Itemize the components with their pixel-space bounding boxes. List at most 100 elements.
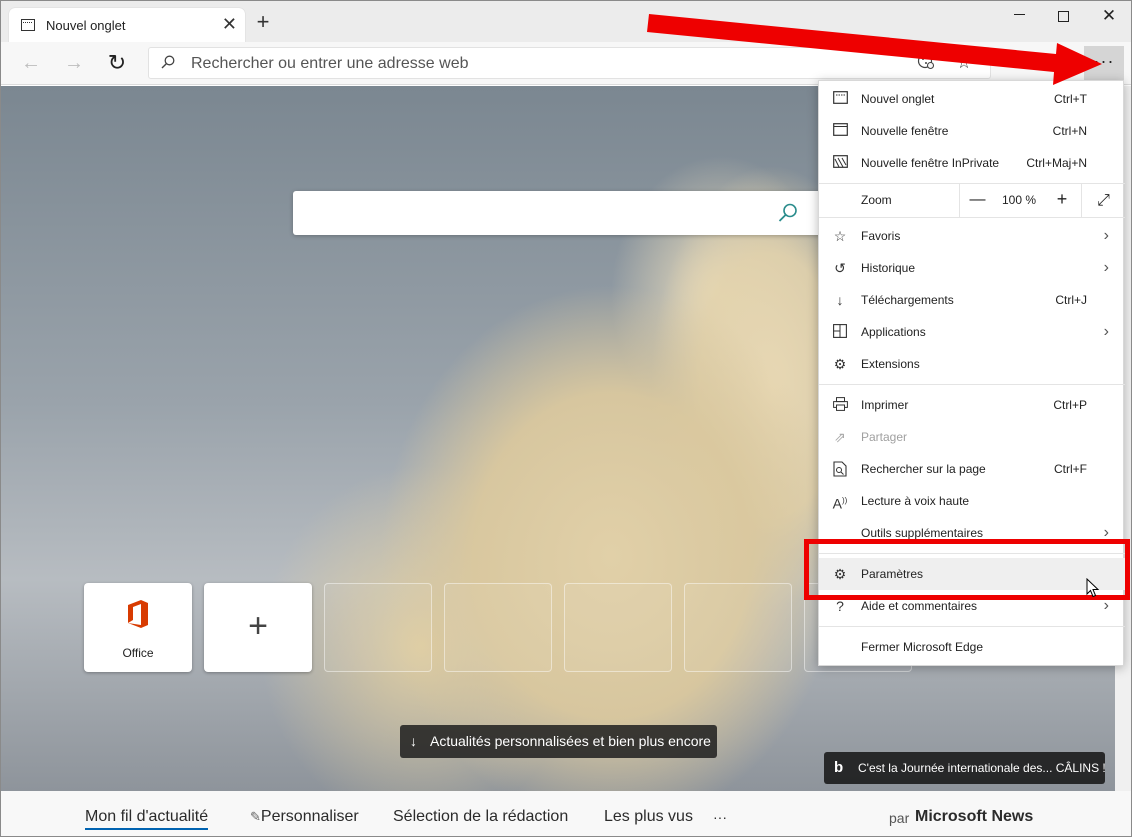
new-tab-icon — [832, 91, 848, 107]
tab-close-icon[interactable]: ✕ — [222, 14, 237, 34]
add-quick-link-button[interactable]: + — [204, 583, 312, 672]
menu-divider — [819, 217, 1125, 218]
puzzle-icon: ⚙ — [833, 356, 847, 372]
favorites-list-icon[interactable] — [1001, 52, 1023, 74]
menu-item-new-window[interactable]: Nouvelle fenêtre Ctrl+N — [819, 115, 1125, 147]
news-attribution-prefix: par — [889, 810, 910, 826]
menu-label: Nouvelle fenêtre InPrivate — [861, 156, 1000, 170]
full-screen-icon[interactable]: ⤢ — [1081, 184, 1125, 217]
bing-image-info-banner[interactable]: b C'est la Journée internationale des...… — [824, 752, 1106, 784]
close-window-button[interactable]: ✕ — [1087, 5, 1131, 29]
toolbar: ← → ↻ ☆ ··· — [1, 42, 1131, 85]
apps-icon — [832, 324, 848, 340]
menu-item-new-inprivate-window[interactable]: Nouvelle fenêtre InPrivate Ctrl+Maj+N — [819, 147, 1125, 179]
microsoft-news-link[interactable]: Microsoft News — [915, 808, 1033, 826]
news-tab-editors-picks[interactable]: Sélection de la rédaction — [393, 808, 568, 826]
tab-new-tab[interactable]: Nouvel onglet ✕ — [9, 8, 245, 43]
profile-icon[interactable] — [1047, 52, 1069, 74]
menu-label: Partager — [861, 430, 908, 444]
maximize-button[interactable] — [1041, 5, 1085, 29]
address-input[interactable] — [191, 53, 791, 75]
forward-button[interactable]: → — [60, 50, 88, 78]
read-aloud-icon: A)) — [832, 495, 848, 512]
menu-item-history[interactable]: ↺ Historique › — [819, 252, 1125, 284]
empty-quick-link-slot — [684, 583, 792, 672]
menu-label: Nouvel onglet — [861, 92, 935, 106]
tab-title: Nouvel onglet — [46, 18, 126, 33]
menu-item-favorites[interactable]: ☆ Favoris › — [819, 220, 1125, 252]
menu-item-share[interactable]: ⇗ Partager — [819, 421, 1125, 453]
tracking-prevention-icon[interactable] — [915, 52, 937, 74]
minimize-button[interactable] — [997, 5, 1041, 29]
chevron-right-icon: › — [1103, 259, 1109, 276]
arrow-down-icon: ↓ — [410, 733, 417, 749]
news-tab-personalize[interactable]: ✎Personnaliser — [250, 808, 359, 826]
settings-and-more-button[interactable]: ··· — [1084, 46, 1124, 80]
menu-shortcut: Ctrl+P — [1053, 398, 1087, 412]
menu-item-apps[interactable]: Applications › — [819, 316, 1125, 348]
bing-image-caption: C'est la Journée internationale des... C… — [858, 761, 1106, 775]
quick-link-office[interactable]: Office — [84, 583, 192, 672]
menu-label: Historique — [861, 261, 916, 275]
search-icon[interactable] — [777, 202, 799, 224]
highlight-box-annotation — [804, 539, 1130, 600]
menu-item-print[interactable]: Imprimer Ctrl+P — [819, 389, 1125, 421]
menu-divider — [819, 626, 1125, 627]
menu-item-find-on-page[interactable]: Rechercher sur la page Ctrl+F — [819, 453, 1125, 485]
share-icon: ⇗ — [834, 429, 846, 445]
menu-shortcut: Ctrl+T — [1054, 92, 1087, 106]
refresh-button[interactable]: ↻ — [103, 50, 131, 78]
favorites-icon: ☆ — [833, 228, 847, 244]
title-bar: Nouvel onglet ✕ + ✕ — [1, 1, 1131, 43]
printer-icon — [832, 397, 848, 413]
zoom-out-button[interactable]: — — [959, 184, 995, 217]
menu-divider — [819, 384, 1125, 385]
plus-icon: + — [248, 607, 268, 645]
menu-item-new-tab[interactable]: Nouvel onglet Ctrl+T — [819, 83, 1125, 115]
help-icon: ? — [836, 598, 844, 614]
zoom-level-value: 100 % — [1001, 193, 1037, 207]
chevron-right-icon: › — [1103, 227, 1109, 244]
news-tab-most-viewed[interactable]: Les plus vus — [604, 808, 693, 826]
menu-label: Favoris — [861, 229, 901, 243]
find-on-page-icon — [832, 461, 848, 477]
menu-item-read-aloud[interactable]: A)) Lecture à voix haute — [819, 485, 1125, 517]
add-favorite-star-icon[interactable]: ☆ — [953, 52, 975, 74]
menu-label: Extensions — [861, 357, 920, 371]
menu-label: Téléchargements — [861, 293, 954, 307]
news-more-button[interactable]: ··· — [713, 809, 727, 825]
office-logo-icon — [128, 600, 148, 628]
download-icon: ↓ — [836, 292, 844, 308]
page-search-box[interactable] — [293, 191, 825, 235]
menu-label: Rechercher sur la page — [861, 462, 986, 476]
address-bar[interactable] — [148, 47, 991, 79]
menu-shortcut: Ctrl+F — [1054, 462, 1087, 476]
personalized-news-label: Actualités personnalisées et bien plus e… — [430, 733, 711, 749]
menu-label: Fermer Microsoft Edge — [861, 640, 984, 654]
menu-label: Applications — [861, 325, 926, 339]
menu-item-downloads[interactable]: ↓ Téléchargements Ctrl+J — [819, 284, 1125, 316]
menu-shortcut: Ctrl+N — [1052, 124, 1087, 138]
browser-window: Nouvel onglet ✕ + ✕ ← → ↻ ☆ ··· — [0, 0, 1132, 837]
zoom-label: Zoom — [861, 193, 892, 207]
back-button[interactable]: ← — [17, 50, 45, 78]
search-icon — [161, 55, 175, 69]
history-icon: ↺ — [834, 260, 846, 276]
personalized-news-button[interactable]: ↓ Actualités personnalisées et bien plus … — [400, 725, 717, 758]
chevron-right-icon: › — [1103, 323, 1109, 340]
empty-quick-link-slot — [564, 583, 672, 672]
menu-shortcut: Ctrl+Maj+N — [1026, 156, 1087, 170]
menu-item-extensions[interactable]: ⚙ Extensions — [819, 348, 1125, 380]
news-tab-personalize-label: Personnaliser — [260, 808, 359, 825]
news-navigation-bar: Mon fil d'actualité ✎Personnaliser Sélec… — [1, 791, 1131, 836]
bing-logo-icon: b — [834, 759, 844, 776]
empty-quick-link-slot — [444, 583, 552, 672]
empty-quick-link-slot — [324, 583, 432, 672]
new-tab-button[interactable]: + — [251, 9, 275, 35]
news-tab-my-feed[interactable]: Mon fil d'actualité — [85, 808, 209, 830]
menu-zoom-row: Zoom — 100 % + ⤢ — [819, 184, 1125, 217]
zoom-in-button[interactable]: + — [1043, 184, 1081, 217]
pencil-icon: ✎ — [250, 809, 261, 824]
menu-item-close-edge[interactable]: Fermer Microsoft Edge — [819, 631, 1125, 663]
quick-link-label: Office — [122, 646, 154, 660]
